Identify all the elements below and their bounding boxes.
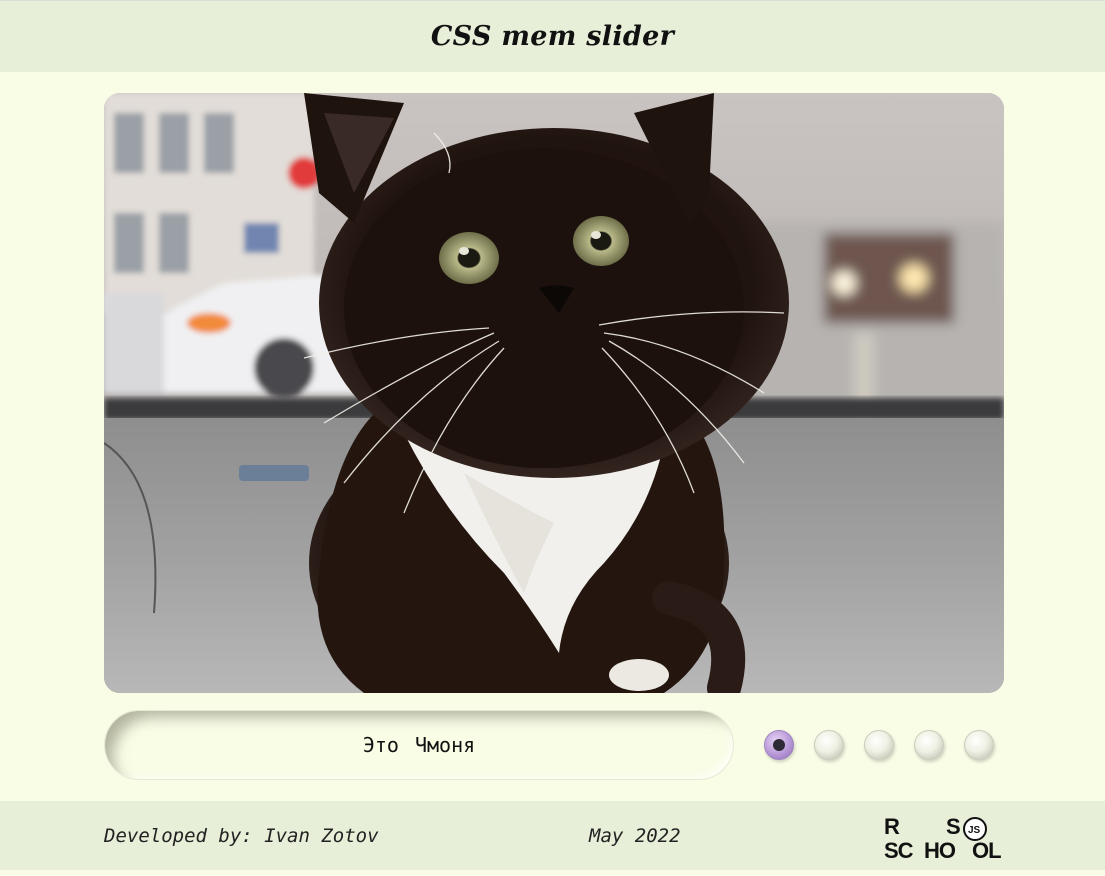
page-header: CSS mem slider [0, 0, 1105, 72]
slider-pagination [764, 730, 994, 760]
svg-text:HO: HO [924, 838, 956, 860]
slide-caption: Это Чмоня [362, 733, 476, 757]
footer-date: May 2022 [589, 825, 681, 847]
pagination-dot-2[interactable] [814, 730, 844, 760]
pagination-dot-5[interactable] [964, 730, 994, 760]
svg-text:R: R [884, 814, 900, 839]
developer-credit: Developed by: Ivan Zotov [104, 825, 379, 847]
caption-box: Это Чмоня [104, 710, 734, 780]
svg-text:SC: SC [884, 838, 914, 860]
rs-school-logo[interactable]: R S SC HO OL JS [882, 814, 1006, 860]
page-footer: Developed by: Ivan Zotov May 2022 R S SC… [0, 801, 1105, 870]
slide-image-frame [104, 93, 1004, 693]
bottom-strip [0, 870, 1105, 876]
pagination-dot-4[interactable] [914, 730, 944, 760]
svg-text:S: S [946, 814, 961, 839]
page-title: CSS mem slider [430, 21, 675, 52]
kitten-photo [104, 93, 1004, 693]
svg-text:JS: JS [968, 825, 981, 836]
pagination-dot-1[interactable] [764, 730, 794, 760]
pagination-dot-3[interactable] [864, 730, 894, 760]
svg-text:OL: OL [972, 838, 1001, 860]
